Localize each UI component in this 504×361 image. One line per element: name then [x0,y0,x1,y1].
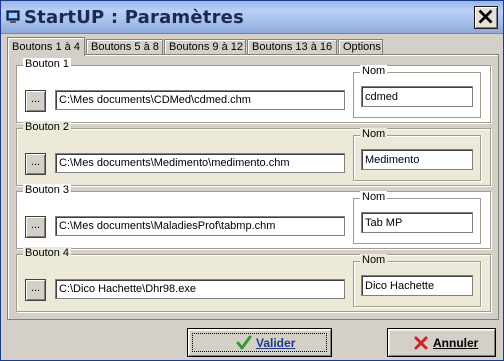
cancel-label: Annuler [433,336,479,350]
nom-frame: Nom Dico Hachette [353,254,481,307]
nom-label: Nom [360,128,388,140]
tab-boutons-5-8[interactable]: Boutons 5 à 8 [86,39,163,55]
monitor-icon [6,10,20,23]
nom-frame: Nom Tab MP [353,191,481,244]
browse-button[interactable]: ... [25,279,46,301]
nom-frame: Nom Medimento [353,128,481,181]
group-title: Bouton 3 [23,184,72,196]
group-title: Bouton 1 [23,58,72,70]
nom-input[interactable]: cdmed [361,86,473,107]
tab-boutons-9-12[interactable]: Boutons 9 à 12 [164,39,246,55]
path-input[interactable]: C:\Dico Hachette\Dhr98.exe [55,279,345,299]
nom-input[interactable]: Tab MP [361,212,473,233]
bouton-4-group: Bouton 4 ... C:\Dico Hachette\Dhr98.exe … [16,247,491,312]
bouton-2-group: Bouton 2 ... C:\Mes documents\Medimento\… [16,121,491,186]
group-title: Bouton 2 [23,121,72,133]
path-input[interactable]: C:\Mes documents\CDMed\cdmed.chm [55,90,345,110]
browse-button[interactable]: ... [25,216,46,238]
path-input[interactable]: C:\Mes documents\MaladiesProf\tabmp.chm [55,216,345,236]
tab-boutons-13-16[interactable]: Boutons 13 à 16 [247,39,337,55]
bouton-3-group: Bouton 3 ... C:\Mes documents\MaladiesPr… [16,184,491,249]
tab-options[interactable]: Options [338,39,383,55]
nom-input[interactable]: Medimento [361,149,473,170]
browse-button[interactable]: ... [25,153,46,175]
close-icon [478,9,493,24]
dialog-window: StartUP : Paramètres Boutons 1 à 4 Bouto… [0,0,504,361]
tab-strip: Boutons 1 à 4 Boutons 5 à 8 Boutons 9 à … [7,37,499,56]
validate-button[interactable]: Valider [187,328,332,357]
nom-label: Nom [360,254,388,266]
group-title: Bouton 4 [23,247,72,259]
nom-input[interactable]: Dico Hachette [361,275,473,296]
nom-label: Nom [360,191,388,203]
check-icon [236,335,252,350]
title-bar[interactable]: StartUP : Paramètres [1,1,503,34]
nom-label: Nom [360,65,388,77]
path-input[interactable]: C:\Mes documents\Medimento\medimento.chm [55,153,345,173]
nom-frame: Nom cdmed [353,65,481,118]
cancel-x-icon [414,336,428,350]
cancel-button[interactable]: Annuler [387,328,496,357]
close-button[interactable] [474,6,498,29]
browse-button[interactable]: ... [25,90,46,112]
validate-label: Valider [256,336,296,350]
tab-panel: Bouton 1 ... C:\Mes documents\CDMed\cdme… [7,54,499,320]
bouton-1-group: Bouton 1 ... C:\Mes documents\CDMed\cdme… [16,58,491,123]
tab-boutons-1-4[interactable]: Boutons 1 à 4 [7,37,85,56]
window-title: StartUP : Paramètres [24,7,244,28]
